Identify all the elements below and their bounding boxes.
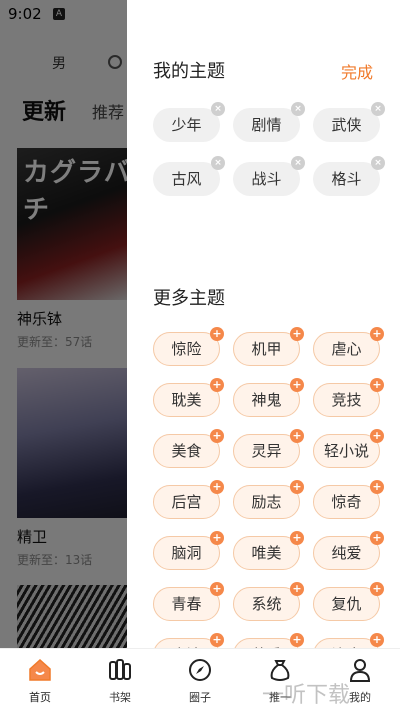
topic-label: 耽美: [171, 391, 202, 409]
more-topic-chip[interactable]: 励志 +: [233, 480, 304, 519]
more-topic-chip[interactable]: 魔法+: [153, 633, 224, 648]
remove-topic-icon[interactable]: ×: [371, 156, 385, 170]
topic-drawer: 我的主题 完成 少年 × 剧情 × 武侠 × 古风 × 战斗 × 格斗 × 更多主题 惊险 + 机甲 + 虐心…: [127, 0, 400, 648]
more-topics-title: 更多主题: [153, 288, 225, 309]
compass-icon: [189, 659, 211, 681]
my-topic-chip[interactable]: 剧情 ×: [233, 102, 305, 142]
more-topic-chip[interactable]: 神鬼 +: [233, 378, 304, 417]
nav-label: 首页: [29, 691, 51, 704]
add-topic-icon[interactable]: +: [210, 582, 224, 596]
topic-label: 竞技: [331, 391, 362, 409]
add-topic-icon[interactable]: +: [210, 480, 224, 494]
more-topic-chip[interactable]: 脑洞 +: [153, 531, 224, 570]
more-topic-chip[interactable]: 机甲 +: [233, 327, 304, 366]
more-topic-chip[interactable]: 后宫 +: [153, 480, 224, 519]
more-topic-chip[interactable]: 虐心 +: [313, 327, 384, 366]
remove-topic-icon[interactable]: ×: [291, 156, 305, 170]
add-topic-icon[interactable]: +: [290, 480, 304, 494]
add-topic-icon[interactable]: +: [290, 582, 304, 596]
remove-topic-icon[interactable]: ×: [211, 102, 225, 116]
more-topic-chip[interactable]: 轻小说 +: [313, 429, 384, 468]
my-topic-chip[interactable]: 战斗 ×: [233, 156, 305, 196]
topic-label: 系统: [251, 595, 282, 613]
more-topic-chip[interactable]: 纯爱 +: [313, 531, 384, 570]
my-topic-chip[interactable]: 少年 ×: [153, 102, 225, 142]
my-topic-chip[interactable]: 格斗 ×: [313, 156, 385, 196]
nav-bookshelf[interactable]: 书架: [80, 649, 160, 711]
add-topic-icon[interactable]: +: [210, 429, 224, 443]
topic-label: 神鬼: [251, 391, 282, 409]
add-topic-icon[interactable]: +: [290, 531, 304, 545]
topic-label: 剧情: [251, 116, 282, 134]
more-topic-chip[interactable]: 惊险 +: [153, 327, 224, 366]
more-topic-chip[interactable]: 复仇 +: [313, 582, 384, 621]
add-topic-icon[interactable]: +: [370, 327, 384, 341]
topic-label: 唯美: [251, 544, 282, 562]
nav-circle[interactable]: 圈子: [160, 649, 240, 711]
topic-label: 格斗: [331, 170, 362, 188]
topic-label: 机甲: [251, 340, 282, 358]
add-topic-icon[interactable]: +: [210, 531, 224, 545]
topic-label: 武侠: [331, 116, 362, 134]
add-topic-icon[interactable]: +: [370, 582, 384, 596]
add-topic-icon[interactable]: +: [290, 327, 304, 341]
add-topic-icon[interactable]: +: [290, 378, 304, 392]
nav-home[interactable]: 首页: [0, 649, 80, 711]
bookshelf-icon: [109, 659, 131, 680]
more-topic-chip[interactable]: 竞技 +: [313, 378, 384, 417]
add-topic-icon[interactable]: +: [370, 378, 384, 392]
more-topic-chip[interactable]: 治愈+: [313, 633, 384, 648]
topic-label: 惊奇: [331, 493, 362, 511]
more-topic-chip[interactable]: 美食 +: [153, 429, 224, 468]
topic-label: 少年: [171, 116, 202, 134]
topic-label: 纯爱: [331, 544, 362, 562]
add-topic-icon[interactable]: +: [370, 429, 384, 443]
remove-topic-icon[interactable]: ×: [371, 102, 385, 116]
more-topic-chip[interactable]: 唯美 +: [233, 531, 304, 570]
my-topics-title: 我的主题: [153, 61, 225, 82]
more-topic-chip[interactable]: 耽美 +: [153, 378, 224, 417]
nav-label: 圈子: [189, 691, 211, 704]
more-topic-chip[interactable]: 青春 +: [153, 582, 224, 621]
topic-label: 励志: [251, 493, 282, 511]
topic-label: 战斗: [251, 170, 282, 188]
topic-label: 古风: [171, 170, 202, 188]
more-topic-chip[interactable]: 惊奇 +: [313, 480, 384, 519]
topic-label: 惊险: [171, 340, 202, 358]
more-topic-chip[interactable]: 灵异 +: [233, 429, 304, 468]
home-icon: [29, 658, 51, 681]
topic-label: 后宫: [171, 493, 202, 511]
add-topic-icon[interactable]: +: [290, 429, 304, 443]
remove-topic-icon[interactable]: ×: [211, 156, 225, 170]
add-topic-icon[interactable]: +: [370, 480, 384, 494]
nav-label: 书架: [109, 691, 131, 704]
user-icon: [349, 659, 371, 682]
add-topic-icon[interactable]: +: [210, 378, 224, 392]
topic-label: 青春: [171, 595, 202, 613]
topic-label: 复仇: [331, 595, 362, 613]
add-topic-icon[interactable]: +: [290, 633, 304, 647]
topic-label: 轻小说: [323, 442, 369, 460]
more-topic-chip[interactable]: 萌系+: [233, 633, 304, 648]
add-topic-icon[interactable]: +: [210, 633, 224, 647]
topic-label: 灵异: [251, 442, 282, 460]
add-topic-icon[interactable]: +: [370, 531, 384, 545]
my-topic-chip[interactable]: 武侠 ×: [313, 102, 385, 142]
topic-label: 虐心: [331, 340, 362, 358]
more-topic-chip[interactable]: 系统 +: [233, 582, 304, 621]
topic-label: 脑洞: [171, 544, 202, 562]
done-button[interactable]: 完成: [341, 59, 373, 83]
remove-topic-icon[interactable]: ×: [291, 102, 305, 116]
my-topic-chip[interactable]: 古风 ×: [153, 156, 225, 196]
add-topic-icon[interactable]: +: [370, 633, 384, 647]
add-topic-icon[interactable]: +: [210, 327, 224, 341]
topic-label: 美食: [171, 442, 202, 460]
watermark: 一听下载: [262, 683, 351, 708]
